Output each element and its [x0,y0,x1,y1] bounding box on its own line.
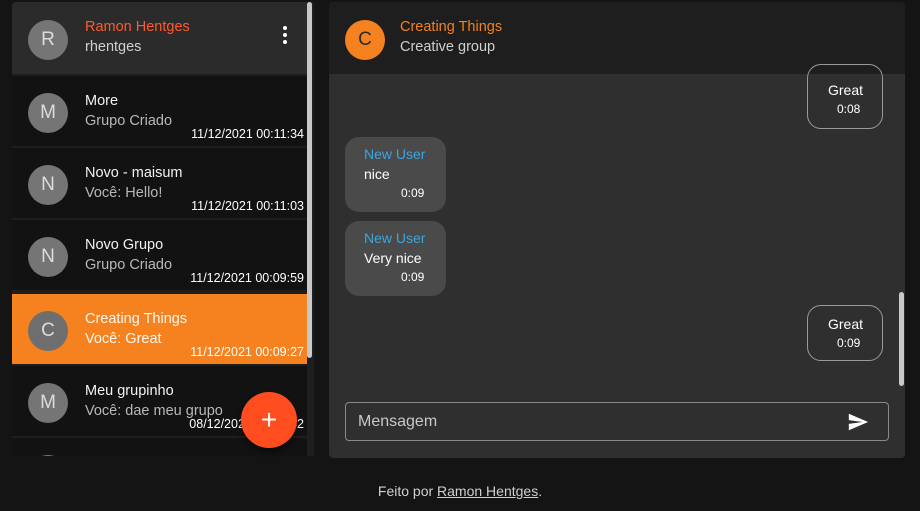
chat-name: Creating Things [85,311,188,327]
message-composer [345,402,889,441]
chat-last-message: Grupo Criado [85,257,173,273]
chat-avatar: N [28,165,68,205]
user-handle: rhentges [85,39,142,55]
user-avatar[interactable]: R [28,20,68,60]
chat-name: More [85,93,119,109]
message-text: Great [828,82,864,98]
message-bubble-outgoing: Great 0:08 [807,64,883,129]
author-link[interactable]: Ramon Hentges [437,483,538,499]
chat-name: Novo - maisum [85,165,183,181]
chat-sidebar: R Ramon Hentges rhentges M More Grupo Cr… [12,2,314,456]
message-text: Very nice [364,250,422,266]
conversation-avatar[interactable]: C [345,20,385,60]
sidebar-header: R Ramon Hentges rhentges [12,2,307,74]
footer-suffix: . [538,483,543,499]
message-text: nice [364,166,390,182]
messages-scrollbar[interactable] [899,292,904,386]
message-time: 0:09 [401,186,425,200]
chat-item-novo-grupo[interactable]: N Novo Grupo Grupo Criado 11/12/2021 00:… [12,220,307,290]
chat-avatar [28,455,68,456]
chat-timestamp: 11/12/2021 00:09:59 [190,271,304,285]
message-text: Great [828,316,864,332]
message-sender: New User [364,146,426,162]
footer: Feito por Ramon Hentges. [0,483,920,499]
message-sender: New User [364,230,426,246]
chat-item-novo-maisum[interactable]: N Novo - maisum Você: Hello! 11/12/2021 … [12,148,307,218]
chat-avatar: C [28,311,68,351]
conversation-panel: C Creating Things Creative group Great 0… [329,2,905,458]
footer-prefix: Feito por [377,483,438,499]
message-bubble-outgoing: Great 0:09 [807,305,883,361]
message-bubble-incoming: New User Very nice 0:09 [345,221,446,296]
message-bubble-incoming: New User nice 0:09 [345,137,446,212]
message-time: 0:09 [401,270,425,284]
chat-name: Novo Grupo [85,237,164,253]
chat-timestamp: 11/12/2021 00:11:03 [191,199,304,213]
chat-timestamp: 11/12/2021 00:11:34 [191,127,304,141]
chat-avatar: M [28,93,68,133]
chat-item-creating-things[interactable]: C Creating Things Você: Great 11/12/2021… [12,294,307,364]
chat-name: Meu grupinho [85,383,174,399]
sidebar-scrollbar[interactable] [307,2,312,358]
message-input[interactable] [358,403,828,440]
more-vert-icon[interactable] [276,24,294,46]
chat-last-message: Você: Hello! [85,185,163,201]
chat-avatar: M [28,383,68,423]
conversation-subtitle: Creative group [400,39,496,55]
user-name: Ramon Hentges [85,19,190,35]
chat-timestamp: 11/12/2021 00:09:27 [190,345,304,359]
message-time: 0:08 [837,102,861,116]
chat-last-message: Grupo Criado [85,113,173,129]
chat-avatar: N [28,237,68,277]
send-icon[interactable] [846,411,870,433]
add-icon[interactable]: + [241,392,297,448]
chat-last-message: Você: Great [85,331,162,347]
message-time: 0:09 [837,336,861,350]
chat-item-more[interactable]: M More Grupo Criado 11/12/2021 00:11:34 [12,76,307,146]
conversation-title: Creating Things [400,19,503,35]
